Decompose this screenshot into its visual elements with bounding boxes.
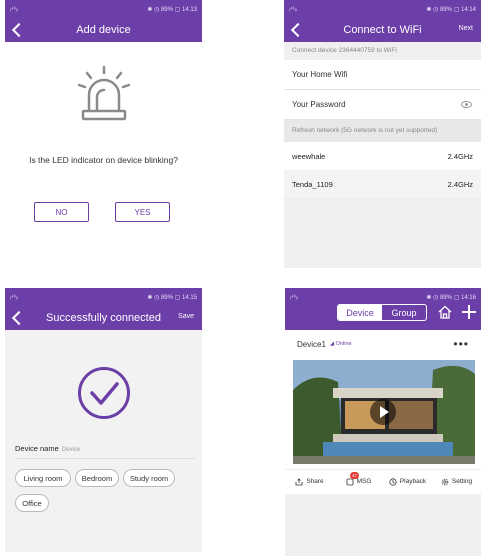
next-button[interactable]: Next <box>459 25 473 32</box>
device-name-field[interactable]: Device name Device <box>15 444 80 453</box>
playback-icon <box>389 477 397 486</box>
msg-label: MSG <box>356 478 372 485</box>
more-icon[interactable]: ••• <box>453 337 469 351</box>
status-left: ᵢ⁴⁶ᵢₗ <box>289 6 297 13</box>
status-left: ᵢ⁴⁶ᵢₗ <box>290 294 298 301</box>
room-chip-study-room[interactable]: Study room <box>123 469 175 487</box>
device-actions: Share 47 MSG Playback Setting <box>285 469 481 493</box>
refresh-network[interactable]: Refresh network (5G network is not yet s… <box>284 120 481 142</box>
msg-button[interactable]: 47 MSG <box>334 471 383 486</box>
divider <box>15 458 195 459</box>
connect-info: Connect device 2364440759 to WiFi <box>284 42 481 60</box>
add-device-screen: ᵢ⁴⁶ᵢₗ ✱ ◷ 89% ▢ 14:13 Add device Is the … <box>5 0 202 268</box>
playback-button[interactable]: Playback <box>383 477 432 486</box>
device-name-input[interactable]: Device <box>62 447 80 453</box>
share-icon <box>295 477 303 485</box>
password-field[interactable]: Your Password <box>284 90 481 120</box>
status-right: ✱ ◷ 89% ▢ 14:14 <box>426 6 476 13</box>
status-bar: ᵢ⁴⁶ᵢₗ ✱ ◷ 89% ▢ 14:13 <box>5 0 202 18</box>
app-bar: Add device <box>5 18 202 42</box>
share-button[interactable]: Share <box>285 477 334 486</box>
status-bar: ᵢ⁴⁶ᵢₗ ✱ ◷ 89% ▢ 14:14 <box>284 0 481 18</box>
page-title: Connect to WiFi <box>343 24 422 36</box>
network-name: weewhale <box>292 151 326 161</box>
tab-group[interactable]: Group <box>382 305 426 320</box>
page-title: Add device <box>76 24 131 36</box>
device-card: Device1 ◢ Online ••• Share 47 MSG Playba… <box>285 330 481 494</box>
room-chip-bedroom[interactable]: Bedroom <box>75 469 119 487</box>
ssid-value: Your Home Wifi <box>292 70 348 79</box>
status-right: ✱ ◷ 89% ▢ 14:13 <box>147 6 197 13</box>
back-icon[interactable] <box>288 21 304 39</box>
network-name: Tenda_1109 <box>292 179 333 189</box>
no-button[interactable]: NO <box>34 202 89 222</box>
add-icon[interactable] <box>461 304 477 320</box>
save-button[interactable]: Save <box>178 313 194 320</box>
device-name-label: Device name <box>15 444 59 453</box>
tab-device[interactable]: Device <box>338 305 382 320</box>
room-chip-living-room[interactable]: Living room <box>15 469 71 487</box>
play-icon[interactable] <box>370 399 396 425</box>
success-screen: ᵢ⁴⁶ᵢₗ ✱ ◷ 89% ▢ 14:15 Successfully conne… <box>5 288 202 552</box>
setting-label: Setting <box>451 478 473 485</box>
ssid-field[interactable]: Your Home Wifi <box>284 60 481 90</box>
setting-button[interactable]: Setting <box>432 478 481 486</box>
device-group-toggle: Device Group <box>337 304 427 321</box>
status-left: ᵢ⁴⁶ᵢₗ <box>10 6 18 13</box>
password-value: Your Password <box>292 100 346 109</box>
device-list-screen: ᵢ⁴⁶ᵢₗ ✱ ◷ 89% ▢ 14:16 Device Group Devic… <box>285 288 481 556</box>
back-icon[interactable] <box>9 21 25 39</box>
home-icon[interactable] <box>438 305 452 319</box>
network-band: 2.4GHz <box>447 151 473 161</box>
share-label: Share <box>306 478 324 485</box>
connect-wifi-screen: ᵢ⁴⁶ᵢₗ ✱ ◷ 89% ▢ 14:14 Connect to WiFi Ne… <box>284 0 481 268</box>
device-status: ◢ Online <box>329 341 352 347</box>
status-right: ✱ ◷ 89% ▢ 14:16 <box>426 294 476 301</box>
app-bar: Connect to WiFi Next <box>284 18 481 42</box>
network-row[interactable]: Tenda_1109 2.4GHz <box>284 170 481 198</box>
msg-badge: 47 <box>350 471 360 479</box>
page-title: Successfully connected <box>46 312 161 324</box>
status-left: ᵢ⁴⁶ᵢₗ <box>10 294 18 301</box>
eye-icon[interactable] <box>461 101 472 108</box>
check-circle-icon <box>78 367 130 419</box>
network-band: 2.4GHz <box>447 179 473 189</box>
message-icon <box>346 478 353 485</box>
status-bar: ᵢ⁴⁶ᵢₗ ✱ ◷ 89% ▢ 14:15 <box>5 288 202 306</box>
gear-icon <box>441 478 449 485</box>
room-chip-office[interactable]: Office <box>15 494 49 512</box>
network-row[interactable]: weewhale 2.4GHz <box>284 142 481 170</box>
app-bar: Successfully connected Save <box>5 306 202 330</box>
device-header: Device1 ◢ Online ••• <box>285 330 481 358</box>
yes-button[interactable]: YES <box>115 202 170 222</box>
back-icon[interactable] <box>9 309 25 327</box>
playback-label: Playback <box>399 478 427 485</box>
beacon-light-icon <box>77 65 131 121</box>
device-name: Device1 <box>297 339 326 349</box>
led-question: Is the LED indicator on device blinking? <box>29 155 178 165</box>
status-right: ✱ ◷ 89% ▢ 14:15 <box>147 294 197 301</box>
